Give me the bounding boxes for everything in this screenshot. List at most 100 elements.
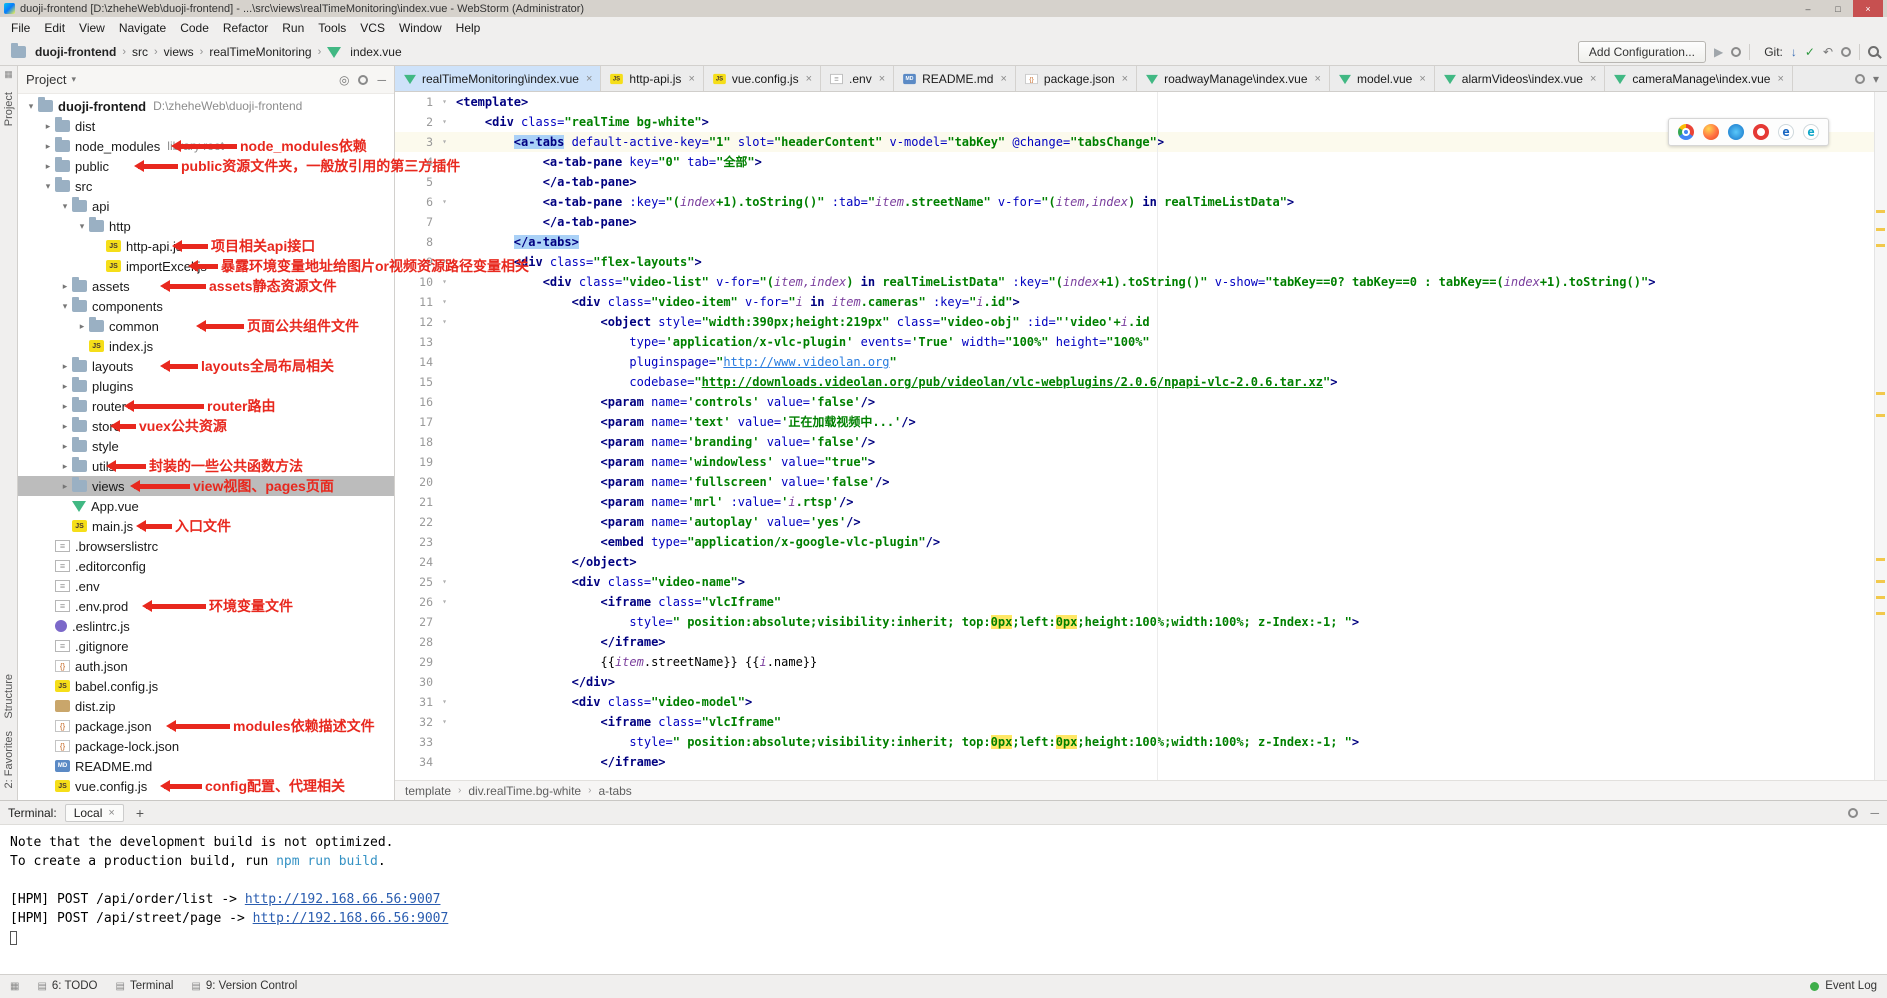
error-stripe-scrollbar[interactable] [1874,92,1887,780]
chrome-browser-icon[interactable] [1678,124,1694,140]
tree-item-api[interactable]: ▾api [18,196,394,216]
close-icon[interactable]: × [1122,73,1128,85]
maximize-button[interactable]: □ [1823,0,1853,17]
line-number[interactable]: 33 [395,732,437,752]
tree-item-package-lock.json[interactable]: package-lock.json [18,736,394,756]
editor-breadcrumb-a-tabs[interactable]: a-tabs [598,784,631,798]
line-number[interactable]: 8 [395,232,437,252]
tree-item-vue.config.js[interactable]: vue.config.js [18,776,394,796]
menu-file[interactable]: File [4,19,37,37]
fold-icon[interactable]: ▾ [437,592,452,612]
fold-icon[interactable]: ▾ [437,252,452,272]
line-number[interactable]: 15 [395,372,437,392]
menu-code[interactable]: Code [173,19,216,37]
fold-icon[interactable]: ▾ [437,712,452,732]
menu-window[interactable]: Window [392,19,449,37]
menu-vcs[interactable]: VCS [353,19,392,37]
breadcrumb-index.vue[interactable]: index.vue [324,45,404,59]
opera-browser-icon[interactable] [1753,124,1769,140]
line-number[interactable]: 26 [395,592,437,612]
minimize-button[interactable]: – [1793,0,1823,17]
line-number[interactable]: 7 [395,212,437,232]
editor-tab-cameraManage-index.vue[interactable]: cameraManage\index.vue× [1605,66,1793,91]
twisty-icon[interactable]: ▸ [75,321,89,332]
new-terminal-session-button[interactable]: + [132,805,148,821]
locate-file-icon[interactable]: ◎ [339,73,349,87]
close-icon[interactable]: × [586,73,592,85]
event-log-button[interactable]: Event Log [1825,980,1877,992]
editor-tab-.env[interactable]: .env× [821,66,894,91]
tree-item-package.json[interactable]: package.json [18,716,394,736]
fold-icon[interactable]: ▾ [437,572,452,592]
tree-item-babel.config.js[interactable]: babel.config.js [18,676,394,696]
editor-tab-package.json[interactable]: package.json× [1016,66,1137,91]
tree-item-layouts[interactable]: ▸layouts [18,356,394,376]
menu-view[interactable]: View [72,19,112,37]
twisty-icon[interactable]: ▸ [58,461,72,472]
fold-icon[interactable]: ▾ [437,192,452,212]
line-number[interactable]: 12 [395,312,437,332]
tree-item-utils[interactable]: ▸utils [18,456,394,476]
tree-item-common[interactable]: ▸common [18,316,394,336]
line-number[interactable]: 24 [395,552,437,572]
safari-browser-icon[interactable] [1728,124,1744,140]
fold-icon[interactable]: ▾ [437,272,452,292]
twisty-icon[interactable]: ▾ [24,101,38,112]
tree-item-.env.prod[interactable]: .env.prod [18,596,394,616]
close-icon[interactable]: × [1000,73,1006,85]
close-icon[interactable]: × [688,73,694,85]
editor-tab-README.md[interactable]: README.md× [894,66,1016,91]
terminal-link[interactable]: http://192.168.66.56:9007 [253,911,449,926]
tree-item-.gitignore[interactable]: .gitignore [18,636,394,656]
twisty-icon[interactable]: ▸ [58,421,72,432]
editor-tab-model.vue[interactable]: model.vue× [1330,66,1435,91]
tree-item-README.md[interactable]: README.md [18,756,394,776]
twisty-icon[interactable]: ▸ [58,401,72,412]
line-number[interactable]: 9 [395,252,437,272]
close-icon[interactable]: × [108,807,114,819]
statusbar-todo[interactable]: ▤6: TODO [37,980,97,992]
tool-windows-icon[interactable]: ▦ [4,69,13,80]
twisty-icon[interactable]: ▸ [58,481,72,492]
close-icon[interactable]: × [1419,73,1425,85]
editor-tab-vue.config.js[interactable]: vue.config.js× [704,66,821,91]
menu-tools[interactable]: Tools [311,19,353,37]
twisty-icon[interactable]: ▾ [58,201,72,212]
fold-icon[interactable]: ▾ [437,132,452,152]
tool-button-project[interactable]: Project [3,92,15,126]
menu-refactor[interactable]: Refactor [216,19,275,37]
tree-item-assets[interactable]: ▸assets [18,276,394,296]
line-number[interactable]: 20 [395,472,437,492]
breadcrumb-src[interactable]: src [129,45,151,59]
close-icon[interactable]: × [1777,73,1783,85]
line-number[interactable]: 34 [395,752,437,772]
grid-icon[interactable]: ▦ [10,981,19,992]
close-icon[interactable]: × [879,73,885,85]
statusbar-versioncontrol[interactable]: ▤9: Version Control [191,980,297,992]
git-commit-icon[interactable]: ✓ [1805,45,1815,59]
line-number[interactable]: 29 [395,652,437,672]
tree-item-node_modules[interactable]: ▸node_moduleslibrary root [18,136,394,156]
menu-run[interactable]: Run [275,19,311,37]
line-number[interactable]: 10 [395,272,437,292]
fold-icon[interactable]: ▾ [437,112,452,132]
close-icon[interactable]: × [1315,73,1321,85]
chevron-down-icon[interactable]: ▾ [71,74,76,85]
split-editor-icon[interactable] [1855,74,1865,84]
line-number[interactable]: 28 [395,632,437,652]
ie-browser-icon[interactable]: e [1778,124,1794,140]
line-number[interactable]: 14 [395,352,437,372]
fold-icon[interactable]: ▾ [437,312,452,332]
twisty-icon[interactable]: ▸ [41,161,55,172]
line-number[interactable]: 32 [395,712,437,732]
line-number[interactable]: 11 [395,292,437,312]
search-everywhere-icon[interactable] [1868,46,1879,57]
tree-item-auth.json[interactable]: auth.json [18,656,394,676]
git-update-icon[interactable]: ↓ [1791,45,1797,59]
menu-navigate[interactable]: Navigate [112,19,173,37]
breadcrumb-views[interactable]: views [161,45,197,59]
project-panel-title[interactable]: Project [26,72,66,87]
hide-panel-icon[interactable]: ─ [1870,806,1879,820]
run-icon[interactable]: ▶ [1714,45,1723,59]
tree-item-.env[interactable]: .env [18,576,394,596]
